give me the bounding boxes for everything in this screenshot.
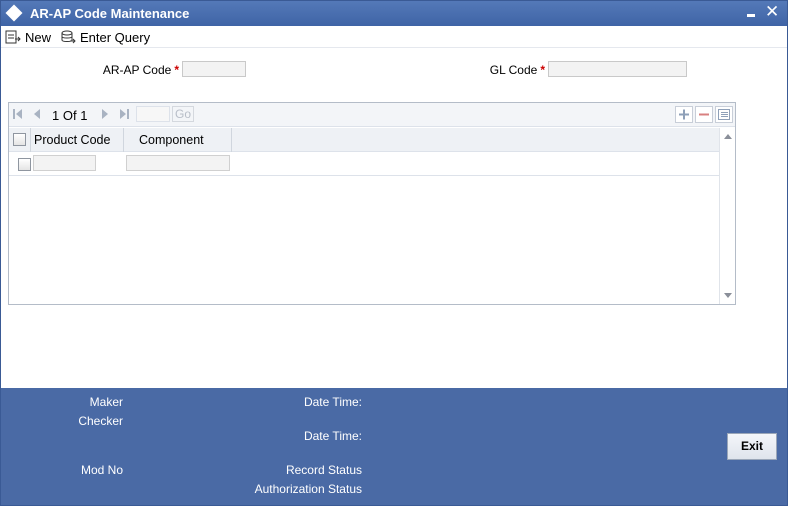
grid-pager: 1 Of 1 Go <box>9 103 735 127</box>
product-component-grid: 1 Of 1 Go Product Code Component <box>8 102 736 305</box>
record-status-label: Record Status <box>285 463 362 477</box>
window: AR-AP Code Maintenance ✕ New Enter Query <box>0 0 788 506</box>
page-number-input[interactable] <box>136 106 170 122</box>
arap-code-label: AR-AP Code * <box>102 63 179 77</box>
last-page-icon[interactable] <box>118 108 130 120</box>
toolbar: New Enter Query <box>1 26 787 48</box>
exit-button[interactable]: Exit <box>727 433 777 460</box>
previous-page-icon[interactable] <box>31 108 43 120</box>
authorization-status-label: Authorization Status <box>254 482 362 496</box>
first-page-icon[interactable] <box>12 108 24 120</box>
plus-icon <box>679 109 689 120</box>
go-button[interactable]: Go <box>172 106 194 122</box>
gl-code-input[interactable] <box>548 61 687 77</box>
checker-date-time-label: Date Time: <box>303 429 362 443</box>
select-all-cell <box>9 128 31 152</box>
row-select-checkbox[interactable] <box>18 158 31 171</box>
scroll-up-icon[interactable] <box>724 134 732 139</box>
product-code-input[interactable] <box>33 155 96 171</box>
window-title: AR-AP Code Maintenance <box>30 6 190 21</box>
scroll-down-icon[interactable] <box>724 293 732 298</box>
delete-row-button[interactable] <box>695 106 713 123</box>
enter-query-button[interactable]: Enter Query <box>60 28 150 46</box>
minimize-icon[interactable] <box>747 5 757 21</box>
enter-query-icon <box>61 30 76 44</box>
form-header-fields: AR-AP Code * GL Code * <box>1 61 787 81</box>
audit-footer: Maker Checker Mod No Date Time: Date Tim… <box>1 388 787 505</box>
new-button-label: New <box>25 29 52 45</box>
arap-code-input[interactable] <box>182 61 246 77</box>
new-record-icon <box>5 30 21 44</box>
select-all-checkbox[interactable] <box>13 133 26 146</box>
grid-vertical-scrollbar[interactable] <box>719 128 735 304</box>
enter-query-button-label: Enter Query <box>80 29 151 45</box>
grid-header: Product Code Component <box>9 128 719 152</box>
required-marker: * <box>174 63 179 77</box>
maker-label: Maker <box>89 395 123 409</box>
next-page-icon[interactable] <box>99 108 111 120</box>
mod-no-label: Mod No <box>80 463 123 477</box>
page-indicator: 1 Of 1 <box>52 108 88 123</box>
list-view-icon <box>718 109 730 120</box>
component-input[interactable] <box>126 155 230 171</box>
table-row <box>9 152 719 176</box>
column-header-product-code[interactable]: Product Code <box>31 128 124 152</box>
close-icon[interactable]: ✕ <box>765 2 779 22</box>
maker-date-time-label: Date Time: <box>303 395 362 409</box>
single-view-button[interactable] <box>715 106 733 123</box>
minus-icon <box>699 113 709 116</box>
new-button[interactable]: New <box>5 28 51 46</box>
checker-label: Checker <box>78 414 123 428</box>
add-row-button[interactable] <box>675 106 693 123</box>
gl-code-label: GL Code * <box>489 63 545 77</box>
required-marker: * <box>540 63 545 77</box>
column-header-component[interactable]: Component <box>124 128 232 152</box>
diamond-app-icon <box>5 4 23 22</box>
title-bar: AR-AP Code Maintenance ✕ <box>1 1 787 26</box>
